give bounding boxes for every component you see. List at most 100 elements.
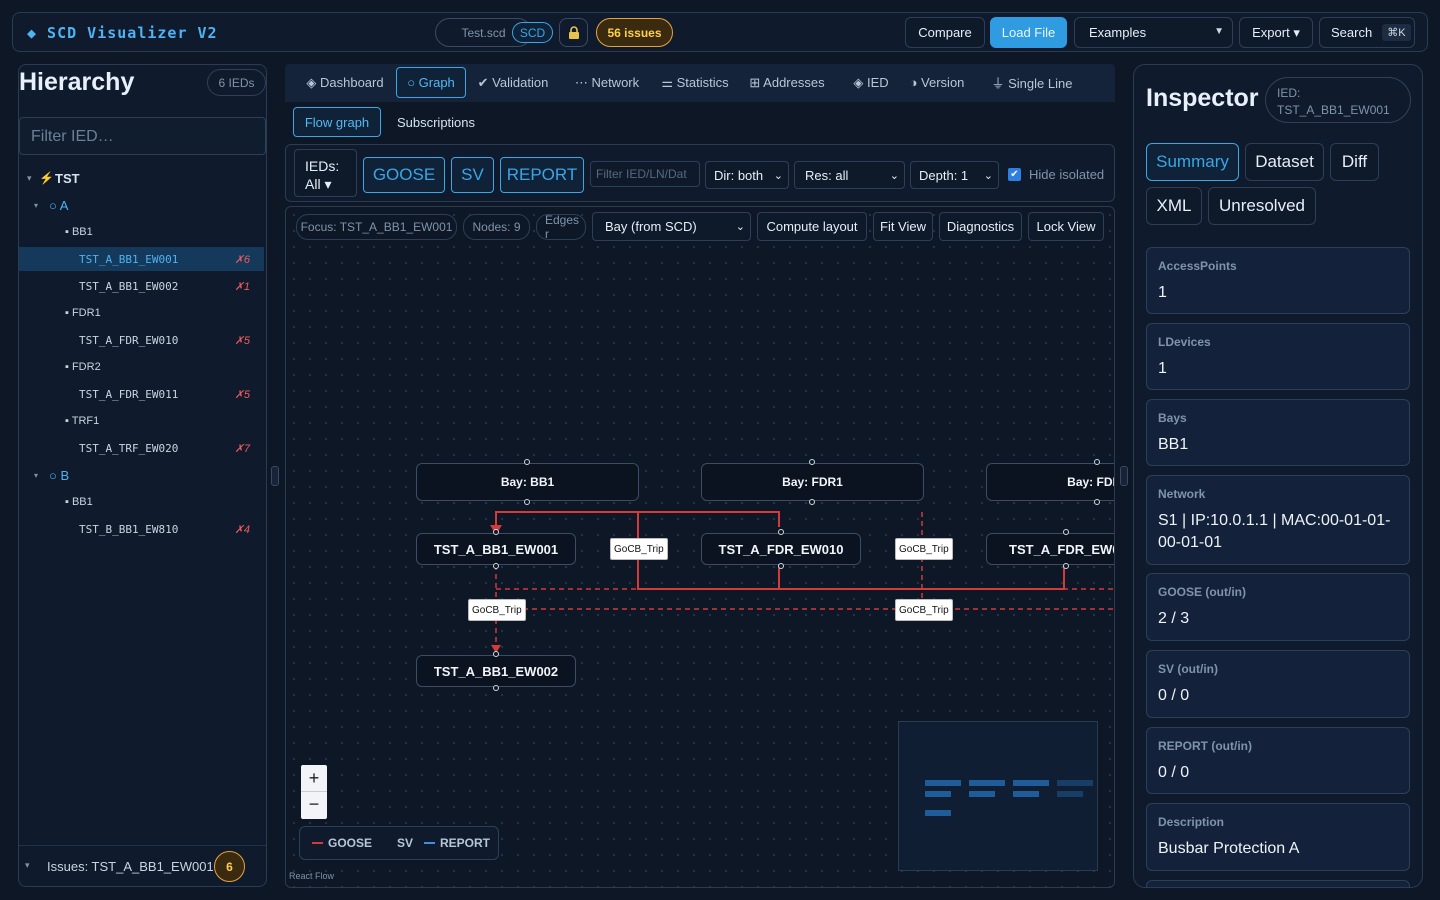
chevron-down-icon: ⌄: [983, 169, 993, 182]
issues-footer[interactable]: ▾ Issues: TST_A_BB1_EW001 6: [19, 845, 266, 886]
minimap-nodes: [925, 780, 1093, 816]
tree-item-label: TST: [55, 170, 80, 186]
load-file-button[interactable]: Load File: [990, 17, 1067, 48]
issues-count-badge: 6: [214, 851, 245, 882]
tree-ied-item[interactable]: TST_B_BB1_EW810 ✗4: [19, 517, 264, 541]
legend-report: REPORT: [440, 836, 491, 850]
error-count-badge: ✗1: [234, 280, 250, 293]
zoom-in-icon[interactable]: +: [301, 765, 327, 792]
chevron-down-icon: ▼: [1214, 26, 1224, 37]
tree-group-item[interactable]: ▪ TRF1: [19, 409, 264, 433]
legend-sv: SV: [397, 836, 414, 850]
examples-select[interactable]: Examples ▼: [1074, 17, 1233, 48]
tab-view[interactable]: ⋯ Network: [568, 67, 646, 98]
tree-item-label: ○ B: [49, 467, 70, 483]
tree-item-label: ▪ BB1: [65, 496, 93, 508]
tab-view[interactable]: ◈ IED: [843, 67, 899, 98]
depth-value: Depth: 1: [919, 167, 969, 183]
tab-view[interactable]: ⏚ Single Line: [987, 67, 1077, 98]
left-resize-handle[interactable]: [271, 466, 279, 486]
selected-ied-pill: IED: TST_A_BB1_EW001: [1265, 77, 1411, 123]
tab-view[interactable]: ◈ Dashboard: [297, 67, 393, 98]
summary-card: Bays BB1: [1146, 399, 1410, 466]
ieds-select[interactable]: IEDs: All ▾: [294, 149, 357, 197]
tree-item-label: TST_A_BB1_EW001: [79, 252, 179, 266]
tab-summary[interactable]: Summary: [1146, 143, 1239, 181]
tree-group-item[interactable]: ▪ BB1: [19, 220, 264, 244]
lock-icon[interactable]: [559, 18, 588, 47]
export-button[interactable]: Export ▾: [1239, 17, 1313, 48]
tree-ied-item[interactable]: TST_A_FDR_EW010 ✗5: [19, 328, 264, 352]
summary-card: SV (out/in) 0 / 0: [1146, 650, 1410, 718]
tab-subscriptions[interactable]: Subscriptions: [389, 107, 483, 137]
summary-card: GOOSE (out/in) 2 / 3: [1146, 573, 1410, 641]
tree-item-label: ▪ TRF1: [65, 415, 100, 427]
hide-isolated-checkbox[interactable]: ✔: [1008, 168, 1021, 181]
card-key: LDevices: [1158, 335, 1211, 349]
card-key: GOOSE (out/in): [1158, 585, 1246, 599]
sv-toggle[interactable]: SV: [451, 157, 494, 193]
summary-card: LDevices 1: [1146, 323, 1410, 390]
card-key: Bays: [1158, 411, 1187, 425]
inspector-panel: Inspector IED: TST_A_BB1_EW001 Summary D…: [1133, 64, 1423, 888]
tab-flow-graph[interactable]: Flow graph: [293, 107, 381, 137]
zoom-out-icon[interactable]: −: [301, 792, 327, 819]
edge-legend: GOOSE SV REPORT: [299, 826, 499, 860]
tab-view[interactable]: ⊞ Addresses: [745, 67, 829, 98]
chevron-down-icon: ▾: [25, 860, 30, 870]
attribution[interactable]: React Flow: [289, 871, 334, 881]
tree-ied-item[interactable]: TST_A_BB1_EW001 ✗6: [19, 247, 264, 271]
card-key: Network: [1158, 487, 1206, 501]
card-value: 0 / 0: [1158, 687, 1190, 704]
ied-filter-input[interactable]: Filter IED…: [19, 117, 266, 155]
tree-item-label: ▪ FDR2: [65, 361, 101, 373]
chevron-down-icon[interactable]: ▾: [34, 471, 38, 480]
legend-goose: GOOSE: [328, 836, 373, 850]
tab-view[interactable]: ◑ Version: [903, 67, 971, 98]
search-button[interactable]: Search ⌘K: [1319, 17, 1415, 48]
tree-group-item[interactable]: ○ A ▾: [19, 193, 264, 217]
file-type-badge: SCD: [512, 22, 553, 43]
report-toggle[interactable]: REPORT: [500, 157, 584, 193]
chevron-down-icon[interactable]: ▾: [27, 173, 32, 184]
tree-group-item[interactable]: ▪ BB1: [19, 490, 264, 514]
tab-diff[interactable]: Diff: [1330, 143, 1379, 181]
error-count-badge: ✗4: [234, 523, 250, 536]
search-label: Search: [1331, 25, 1373, 40]
tab-dataset[interactable]: Dataset: [1245, 143, 1324, 181]
ied-pill-label: IED:: [1277, 86, 1301, 100]
view-tabs: ◈ Dashboard ○ Graph ✔ Validation ⋯ Network ⚌…: [285, 64, 1115, 102]
resolution-select[interactable]: Res: all ⌄: [794, 161, 905, 189]
tree-group-item[interactable]: ▪ FDR2: [19, 355, 264, 379]
tree-group-item[interactable]: TST ▾ ⚡: [19, 166, 264, 190]
resolution-value: Res: all: [805, 167, 849, 183]
tab-view[interactable]: ○ Graph: [396, 67, 466, 98]
card-key: REPORT (out/in): [1158, 739, 1252, 753]
summary-card-partial: [1146, 880, 1410, 887]
goose-toggle[interactable]: GOOSE: [363, 157, 445, 193]
right-resize-handle[interactable]: [1120, 466, 1128, 486]
chevron-down-icon[interactable]: ▾: [34, 201, 38, 210]
depth-select[interactable]: Depth: 1 ⌄: [910, 161, 999, 189]
hierarchy-panel: Hierarchy 6 IEDs Filter IED… TST ▾ ⚡ ○ A ▾ ▪ …: [18, 64, 267, 887]
data-filter-input[interactable]: Filter IED/LN/Dat: [590, 161, 700, 187]
tree-ied-item[interactable]: TST_A_BB1_EW002 ✗1: [19, 274, 264, 298]
tab-view[interactable]: ✔ Validation: [473, 67, 553, 98]
card-value: Busbar Protection A: [1158, 840, 1300, 857]
ieds-value: All ▾: [305, 176, 332, 192]
issues-badge[interactable]: 56 issues: [596, 18, 673, 47]
direction-select[interactable]: Dir: both ⌄: [705, 161, 789, 189]
error-count-badge: ✗7: [234, 442, 250, 455]
tree-ied-item[interactable]: TST_A_TRF_EW020 ✗7: [19, 436, 264, 460]
minimap[interactable]: [898, 721, 1098, 871]
card-value: 2 / 3: [1158, 610, 1190, 627]
tab-unresolved[interactable]: Unresolved: [1208, 187, 1316, 225]
tree-ied-item[interactable]: TST_A_FDR_EW011 ✗5: [19, 382, 264, 406]
flow-graph-canvas[interactable]: Focus: TST_A_BB1_EW001 Nodes: 9 Edges r …: [285, 206, 1115, 888]
tree-group-item[interactable]: ○ B ▾: [19, 463, 264, 487]
tab-view[interactable]: ⚌ Statistics: [659, 67, 731, 98]
ied-count-pill: 6 IEDs: [207, 69, 266, 96]
tree-group-item[interactable]: ▪ FDR1: [19, 301, 264, 325]
tab-xml[interactable]: XML: [1146, 187, 1202, 225]
compare-button[interactable]: Compare: [905, 17, 985, 48]
